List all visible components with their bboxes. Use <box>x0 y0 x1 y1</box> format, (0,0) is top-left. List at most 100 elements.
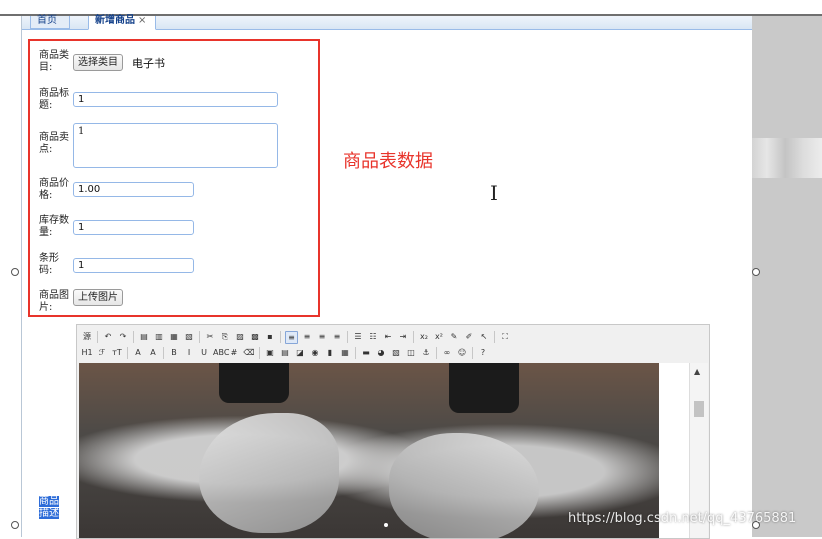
toolbar-separator <box>472 347 473 359</box>
tab-home-label: 首页 <box>37 15 57 26</box>
tab-add-product-label: 新增商品 <box>95 15 135 26</box>
upload-image-button[interactable]: 上传图片 <box>73 289 123 306</box>
sneaker-right <box>389 433 539 538</box>
tab-bar: 首页 新增商品 × <box>22 16 752 30</box>
resize-handle-bottom-left[interactable] <box>11 521 19 529</box>
toolbar-button-icon[interactable]: ▥ <box>153 331 165 343</box>
barcode-label: 条形码: <box>39 253 59 276</box>
toolbar-button-icon[interactable]: ✐ <box>463 331 475 343</box>
toolbar-button-icon[interactable]: ⇥ <box>397 331 409 343</box>
toolbar-separator <box>199 331 200 343</box>
toolbar-button-icon[interactable]: ◉ <box>309 347 321 359</box>
toolbar-button-icon[interactable]: ▩ <box>249 331 261 343</box>
toolbar-button-icon[interactable]: ↷ <box>117 331 129 343</box>
toolbar-button-icon[interactable]: ⛶ <box>499 331 511 343</box>
toolbar-button-icon[interactable]: ⇤ <box>382 331 394 343</box>
toolbar-button-icon[interactable]: A <box>132 347 144 359</box>
toolbar-button-icon[interactable]: ⌫ <box>243 347 255 359</box>
toolbar-button-icon[interactable]: ▨ <box>234 331 246 343</box>
toolbar-button-icon[interactable]: x₂ <box>418 331 430 343</box>
toolbar-button-icon[interactable]: ◕ <box>375 347 387 359</box>
resize-handle-right[interactable] <box>752 268 760 276</box>
toolbar-button-icon[interactable]: ≡ <box>331 331 343 343</box>
toolbar-button-icon[interactable]: ✂ <box>204 331 216 343</box>
toolbar-button-icon[interactable]: ⚓ <box>420 347 432 359</box>
toolbar-button-icon[interactable]: ≡ <box>285 330 298 344</box>
title-input[interactable]: 1 <box>73 92 278 107</box>
stock-label: 库存数量: <box>39 215 69 238</box>
tab-home[interactable]: 首页 <box>30 16 70 29</box>
left-gutter <box>0 16 22 537</box>
select-category-button[interactable]: 选择类目 <box>73 54 123 71</box>
toolbar-button-icon[interactable]: ↖ <box>478 331 490 343</box>
toolbar-button-icon[interactable]: ☺ <box>456 347 468 359</box>
toolbar-button-icon[interactable]: ∞ <box>441 347 453 359</box>
tab-close-icon[interactable]: × <box>138 15 146 26</box>
toolbar-button-icon[interactable]: ℱ <box>96 347 108 359</box>
right-panel <box>752 16 822 537</box>
editor-toolbar-row-2: H1 ℱтT A A B I U ABC # ⌫ ▣ ▤ ◪ ◉ ▮ ▦ ▬ ◕ ▧ ◫ ⚓ ∞ ☺? <box>81 346 489 360</box>
toolbar-button-icon[interactable]: ▦ <box>168 331 180 343</box>
price-input[interactable]: 1.00 <box>73 182 194 197</box>
description-label-text: 商品描述 <box>39 496 59 519</box>
toolbar-button-icon[interactable]: ◫ <box>405 347 417 359</box>
selling-point-textarea[interactable]: 1 <box>73 123 278 168</box>
toolbar-button-icon[interactable]: ABC <box>213 347 229 359</box>
stock-input[interactable]: 1 <box>73 220 194 235</box>
toolbar-button-icon[interactable]: ▤ <box>279 347 291 359</box>
toolbar-button-icon[interactable]: B <box>168 347 180 359</box>
toolbar-button-icon[interactable]: ▦ <box>339 347 351 359</box>
scroll-thumb[interactable] <box>694 401 704 417</box>
annotation-text: 商品表数据 <box>343 151 433 172</box>
toolbar-separator <box>347 331 348 343</box>
toolbar-button-icon[interactable]: ▮ <box>324 347 336 359</box>
toolbar-button-icon[interactable]: ▧ <box>183 331 195 343</box>
toolbar-separator <box>355 347 356 359</box>
toolbar-button-icon[interactable]: ☷ <box>367 331 379 343</box>
toolbar-button-icon[interactable]: A <box>147 347 159 359</box>
toolbar-button-icon[interactable]: ≡ <box>316 331 328 343</box>
toolbar-button-icon[interactable]: H1 <box>81 347 93 359</box>
toolbar-separator <box>127 347 128 359</box>
toolbar-button-icon[interactable]: ⎘ <box>219 331 231 343</box>
category-value: 电子书 <box>132 57 165 70</box>
toolbar-button-icon[interactable]: 源 <box>81 331 93 343</box>
toolbar-button-icon[interactable]: ▬ <box>360 347 372 359</box>
selling-point-label: 商品卖点: <box>39 132 69 155</box>
price-label: 商品价格: <box>39 178 69 201</box>
toolbar-button-icon[interactable]: x² <box>433 331 445 343</box>
toolbar-button-icon[interactable]: ≡ <box>301 331 313 343</box>
toolbar-separator <box>133 331 134 343</box>
toolbar-separator <box>97 331 98 343</box>
toolbar-button-icon[interactable]: ? <box>477 347 489 359</box>
bottom-dot <box>384 523 388 527</box>
category-label: 商品类目: <box>39 50 69 73</box>
pants-left <box>219 363 289 403</box>
toolbar-button-icon[interactable]: ☰ <box>352 331 364 343</box>
scroll-up-icon[interactable]: ▲ <box>694 367 700 376</box>
toolbar-button-icon[interactable]: U <box>198 347 210 359</box>
toolbar-separator <box>280 331 281 343</box>
toolbar-button-icon[interactable]: ▣ <box>264 347 276 359</box>
toolbar-button-icon[interactable]: ▤ <box>138 331 150 343</box>
watermark: https://blog.csdn.net/qq_43765881 <box>568 511 797 526</box>
toolbar-button-icon[interactable]: I <box>183 347 195 359</box>
toolbar-button-icon[interactable]: ↶ <box>102 331 114 343</box>
toolbar-button-icon[interactable]: ◪ <box>294 347 306 359</box>
rich-text-editor: 源 ↶ ↷ ▤ ▥ ▦ ▧ ✂ ⎘ ▨ ▩ ▪ ≡ ≡ ≡ ≡ ☰ ☷ ⇤ ⇥ x₂ x² ✎ ✐ ↖ ⛶ H1 ℱтT A A B I U A… <box>76 324 710 539</box>
toolbar-button-icon[interactable]: тT <box>111 347 123 359</box>
pants-right <box>449 363 519 413</box>
editor-toolbar-row-1: 源 ↶ ↷ ▤ ▥ ▦ ▧ ✂ ⎘ ▨ ▩ ▪ ≡ ≡ ≡ ≡ ☰ ☷ ⇤ ⇥ x₂ x² ✎ ✐ ↖ ⛶ <box>81 330 511 344</box>
sneaker-left <box>199 413 339 533</box>
toolbar-button-icon[interactable]: ▪ <box>264 331 276 343</box>
barcode-input[interactable]: 1 <box>73 258 194 273</box>
toolbar-separator <box>163 347 164 359</box>
toolbar-button-icon[interactable]: # <box>228 347 240 359</box>
tab-add-product[interactable]: 新增商品 × <box>88 16 156 30</box>
toolbar-button-icon[interactable]: ✎ <box>448 331 460 343</box>
resize-handle-left[interactable] <box>11 268 19 276</box>
toolbar-button-icon[interactable]: ▧ <box>390 347 402 359</box>
toolbar-separator <box>436 347 437 359</box>
toolbar-separator <box>494 331 495 343</box>
title-label: 商品标题: <box>39 88 69 111</box>
